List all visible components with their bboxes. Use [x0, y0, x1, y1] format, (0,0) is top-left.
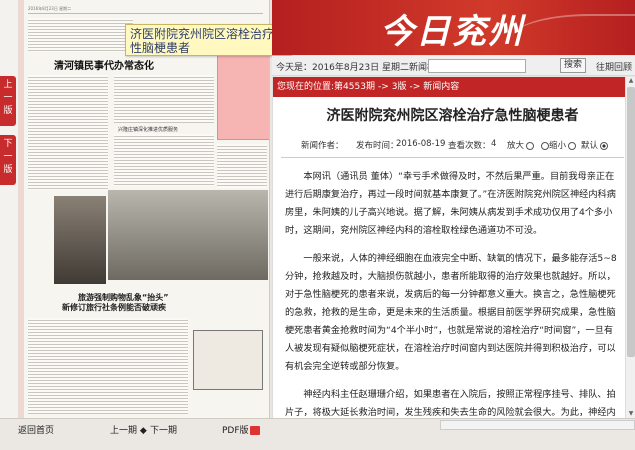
article-panel: 您现在的位置:第4553期 -> 3版 -> 新闻内容 济医附院兖州院区溶栓治疗急性脑梗…	[272, 77, 632, 418]
site-logo: 今日兖州	[380, 12, 524, 52]
article-title: 济医附院兖州院区溶栓治疗急性脑梗患者	[326, 108, 579, 124]
article-meta: 新闻作者： 发布时间： 2016-08-19 查看次数： 4 放大 缩小 默认	[273, 137, 632, 153]
views-label: 查看次数：	[448, 141, 491, 151]
paper-text-block	[114, 75, 214, 123]
paper-photo	[108, 190, 268, 280]
zoom-in-radio[interactable]	[526, 141, 535, 150]
article-paragraph: 一般来说，人体的神经细胞在血液完全中断、缺氧的情况下，最多能存活5~8分钟，抢救…	[285, 253, 617, 372]
zoom-out-label: 缩小	[549, 141, 567, 151]
views-count: 4	[491, 139, 497, 149]
zoom-default-radio[interactable]	[600, 141, 609, 150]
past-issues-link[interactable]: 往期回顾	[596, 60, 632, 73]
back-home-link[interactable]: 返回首页	[18, 423, 54, 436]
search-input[interactable]	[428, 59, 526, 73]
scrollbar-thumb[interactable]	[627, 87, 635, 357]
breadcrumb-separator: ->	[377, 82, 389, 92]
breadcrumb-page[interactable]: 3版	[392, 82, 407, 92]
banner-decoration	[512, 14, 635, 54]
paper-text-block	[28, 75, 108, 190]
page-edge-shade	[18, 0, 24, 418]
paper-text-block	[28, 318, 188, 414]
pdf-link[interactable]: PDF版	[222, 423, 260, 436]
paper-text-block	[114, 134, 214, 186]
zoom-in-label: 放大	[507, 141, 525, 151]
left-rail: 上一版 下一版	[0, 0, 18, 418]
paper-text-block	[217, 144, 267, 188]
article-paragraph: 本网讯（通讯员 董体）“幸亏手术做得及时，不然后果严重。目前我母亲正在进行后期康…	[285, 171, 616, 236]
app-root: 上一版 下一版 2016年8月23日 星期二 清河镇民事代办常态化 兴隆庄镇深化…	[0, 0, 635, 450]
zoom-default-label: 默认	[581, 141, 599, 151]
horizontal-scrollbar[interactable]	[440, 420, 635, 430]
article-scrollbar[interactable]: ▲ ▼	[625, 77, 635, 418]
zoom-default-option[interactable]: 默认	[581, 139, 609, 151]
article-paragraph: 神经内科主任赵珊珊介绍，如果患者在入院后，按照正常程序挂号、排队、拍片子，将极大…	[285, 389, 616, 418]
pdf-icon	[249, 426, 260, 435]
author-label: 新闻作者：	[301, 141, 344, 151]
current-date-text: 今天是：2016年8月23日 星期二新闻检索	[276, 63, 445, 73]
breadcrumb-separator: ->	[409, 82, 421, 92]
prev-issue-label: 上一期	[110, 426, 138, 436]
pdf-label: PDF版	[222, 426, 249, 436]
next-edition-button[interactable]: 下一版	[0, 135, 16, 185]
paper-masthead: 2016年8月23日 星期二	[28, 6, 263, 14]
prev-edition-button[interactable]: 上一版	[0, 76, 16, 126]
article-body: 本网讯（通讯员 董体）“幸亏手术做得及时，不然后果严重。目前我母亲正在进行后期康…	[273, 158, 632, 418]
article-tooltip: 济医附院兖州院区溶栓治疗急性脑梗患者	[125, 24, 291, 56]
zoom-out-radio[interactable]	[541, 141, 549, 150]
paper-ad-box	[193, 330, 263, 390]
prev-issue-link[interactable]: 上一期 ◆	[110, 423, 147, 436]
selected-article-highlight[interactable]	[217, 52, 269, 140]
paper-headline-sub[interactable]: 兴隆庄镇深化推进优质服务	[118, 126, 178, 133]
breadcrumb-label: 您现在的位置:	[277, 82, 335, 92]
paper-photo	[54, 196, 106, 284]
search-button[interactable]: 搜索	[560, 58, 586, 73]
paper-text-block	[28, 18, 133, 52]
zoom-out-option[interactable]: 缩小	[539, 139, 577, 151]
publish-time-label: 发布时间：	[356, 141, 399, 151]
bottom-bar: 返回首页 上一期 ◆ 下一期 PDF版	[0, 418, 635, 450]
next-issue-link[interactable]: 下一期	[150, 423, 177, 436]
breadcrumb-current: 新闻内容	[423, 82, 460, 92]
toolbar: 今天是：2016年8月23日 星期二新闻检索 搜索 往期回顾	[272, 56, 635, 76]
scroll-down-arrow-icon[interactable]: ▼	[627, 410, 635, 418]
publish-time: 2016-08-19	[396, 139, 446, 149]
scroll-up-arrow-icon[interactable]: ▲	[627, 77, 635, 85]
breadcrumb-issue[interactable]: 第4553期	[334, 82, 375, 92]
paper-bottom-title[interactable]: 新修订旅行社条例能否破顽疾	[62, 302, 166, 313]
zoom-out-radio-2[interactable]	[568, 141, 577, 150]
paper-headline-main[interactable]: 清河镇民事代办常态化	[54, 57, 154, 72]
newspaper-page-image[interactable]: 2016年8月23日 星期二 清河镇民事代办常态化 兴隆庄镇深化推进优质服务 旅…	[18, 0, 270, 418]
zoom-in-option[interactable]: 放大	[507, 139, 535, 151]
site-banner: 今日兖州	[272, 0, 635, 55]
breadcrumb: 您现在的位置:第4553期 -> 3版 -> 新闻内容	[273, 77, 632, 97]
